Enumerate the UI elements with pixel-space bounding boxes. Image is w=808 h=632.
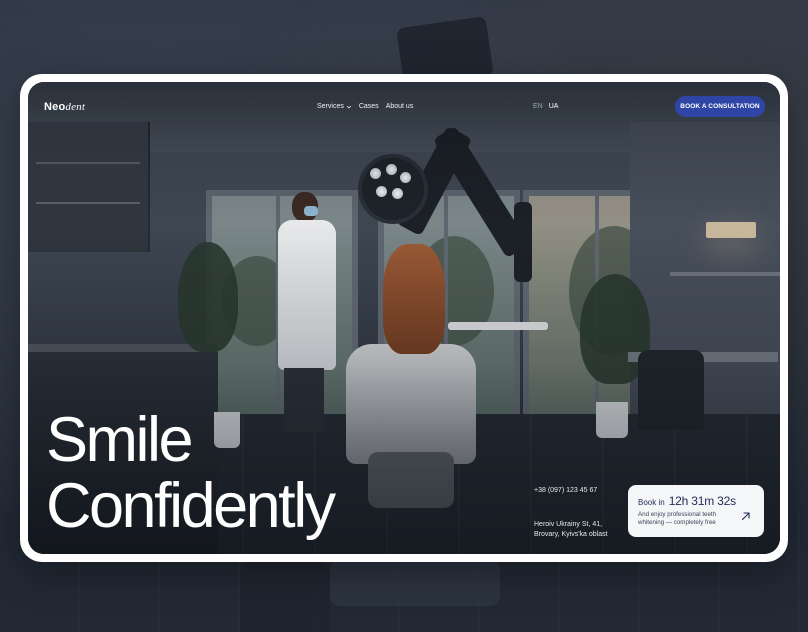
headline-line-1: Smile [46, 405, 194, 475]
nav-label: Services [317, 103, 344, 110]
headline-line-2: Confidently [46, 471, 336, 541]
main-nav: Services Cases About us [317, 103, 413, 110]
nav-item-about-us[interactable]: About us [386, 103, 414, 110]
booking-label: Book in [638, 498, 665, 507]
lang-option-en[interactable]: EN [533, 103, 543, 110]
language-switcher: EN UA [533, 103, 558, 110]
nav-label: About us [385, 103, 414, 110]
nav-item-services[interactable]: Services [317, 103, 352, 110]
brand-logo[interactable]: Neodent [44, 101, 85, 113]
hero-headline: Smile Confidently [46, 405, 336, 541]
hero-section: Neodent Services Cases About us EN UA BO… [28, 82, 780, 554]
booking-countdown-row: Book in 12h 31m 32s [638, 494, 754, 508]
address-line-1: Heroiv Ukrainy St, 41, [534, 521, 603, 528]
countdown-timer: 12h 31m 32s [668, 494, 736, 508]
nav-label: Cases [358, 103, 379, 110]
lang-option-ua[interactable]: UA [549, 103, 559, 110]
chevron-down-icon [346, 105, 351, 108]
clinic-address: Heroiv Ukrainy St, 41, Brovary, Kyivs'ka… [534, 520, 608, 539]
arrow-up-right-icon [741, 512, 750, 521]
phone-link[interactable]: +38 (097) 123 45 67 [534, 487, 597, 494]
hero-frame: Neodent Services Cases About us EN UA BO… [20, 74, 788, 562]
nav-item-cases[interactable]: Cases [359, 103, 379, 110]
logo-bold: Neo [44, 101, 66, 113]
address-line-2: Brovary, Kyivs'ka oblast [534, 530, 608, 538]
book-consultation-button[interactable]: BOOK A CONSULTATION [675, 96, 765, 117]
booking-countdown-card[interactable]: Book in 12h 31m 32s And enjoy profession… [628, 485, 764, 537]
booking-description: And enjoy professional teeth whitening —… [638, 511, 717, 526]
logo-italic: dent [65, 101, 86, 113]
